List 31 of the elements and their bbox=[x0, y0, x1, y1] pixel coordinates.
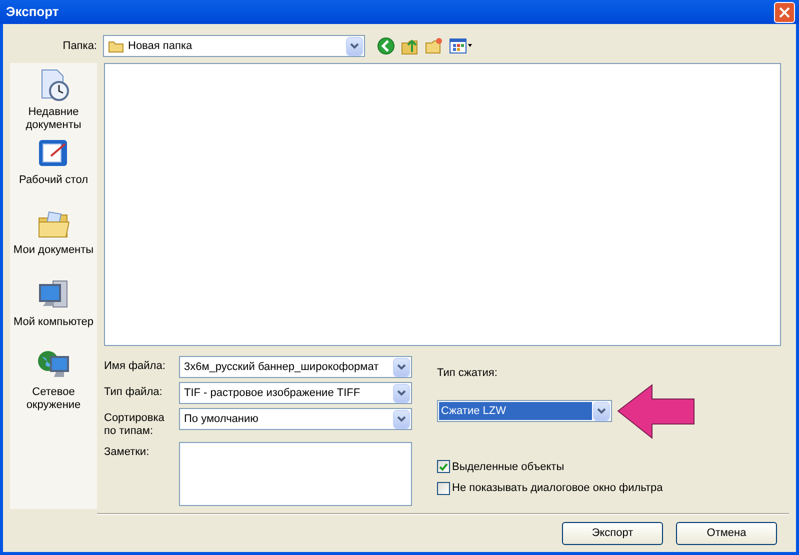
dialog-button[interactable]: Отмена bbox=[676, 522, 777, 545]
places-item[interactable]: Рабочий стол bbox=[10, 138, 97, 208]
places-item[interactable]: Мои документы bbox=[10, 208, 97, 278]
checkbox[interactable] bbox=[437, 460, 450, 474]
places-item[interactable]: Мой компьютер bbox=[10, 278, 97, 348]
close-button[interactable] bbox=[774, 2, 795, 22]
checkbox[interactable] bbox=[437, 482, 450, 495]
compression-dropdown[interactable]: Сжатие LZW bbox=[437, 400, 612, 422]
window-title: Экспорт bbox=[6, 3, 59, 22]
folder-up-icon[interactable] bbox=[401, 37, 419, 55]
folder-icon bbox=[108, 40, 124, 52]
close-icon bbox=[779, 6, 790, 18]
field-label: Сортировка по типам: bbox=[104, 411, 166, 438]
field-label: Тип файла: bbox=[104, 385, 164, 400]
places-item[interactable]: Недавние документы bbox=[10, 68, 97, 138]
field-label: Имя файла: bbox=[104, 359, 166, 374]
checkbox-option[interactable]: Не показывать диалоговое окно фильтра bbox=[437, 480, 789, 496]
dropdown-field[interactable]: По умолчанию bbox=[179, 408, 412, 430]
places-item[interactable]: Сетевое окружение bbox=[10, 348, 97, 418]
compression-label: Тип сжатия: bbox=[437, 366, 498, 381]
dropdown-field[interactable]: TIF - растровое изображение TIFF bbox=[179, 382, 412, 404]
view-menu-icon[interactable] bbox=[449, 38, 473, 54]
folder-dropdown[interactable]: Новая папка bbox=[103, 35, 365, 57]
field-label: Заметки: bbox=[104, 445, 150, 460]
checkbox-option[interactable]: Выделенные объекты bbox=[437, 458, 789, 475]
notes-field[interactable] bbox=[179, 442, 412, 506]
checkmark-icon bbox=[439, 462, 448, 471]
folder-label: Папка: bbox=[62, 38, 98, 54]
dropdown-field[interactable]: 3х6м_русский баннер_широкоформат bbox=[179, 356, 412, 378]
new-folder-icon[interactable] bbox=[425, 37, 443, 55]
dialog-button[interactable]: Экспорт bbox=[562, 522, 663, 545]
